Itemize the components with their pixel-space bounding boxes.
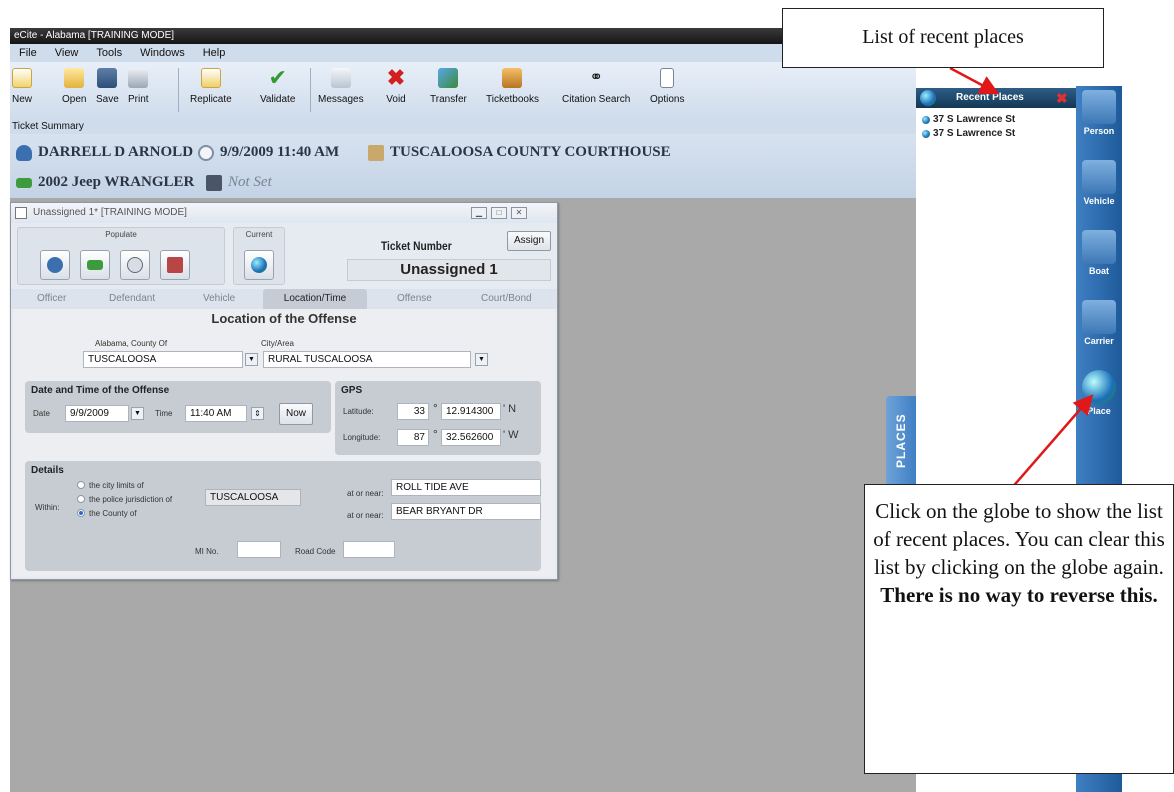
callout-globe-instructions: Click on the globe to show the list of r…: [864, 484, 1174, 774]
arrow-to-recent-places: [949, 66, 1000, 95]
callout-warning-text: There is no way to reverse this.: [880, 583, 1158, 607]
arrow-to-globe: [1009, 394, 1094, 491]
callout-recent-places: List of recent places: [782, 8, 1104, 68]
callout-instructions-text: Click on the globe to show the list of r…: [873, 499, 1165, 579]
